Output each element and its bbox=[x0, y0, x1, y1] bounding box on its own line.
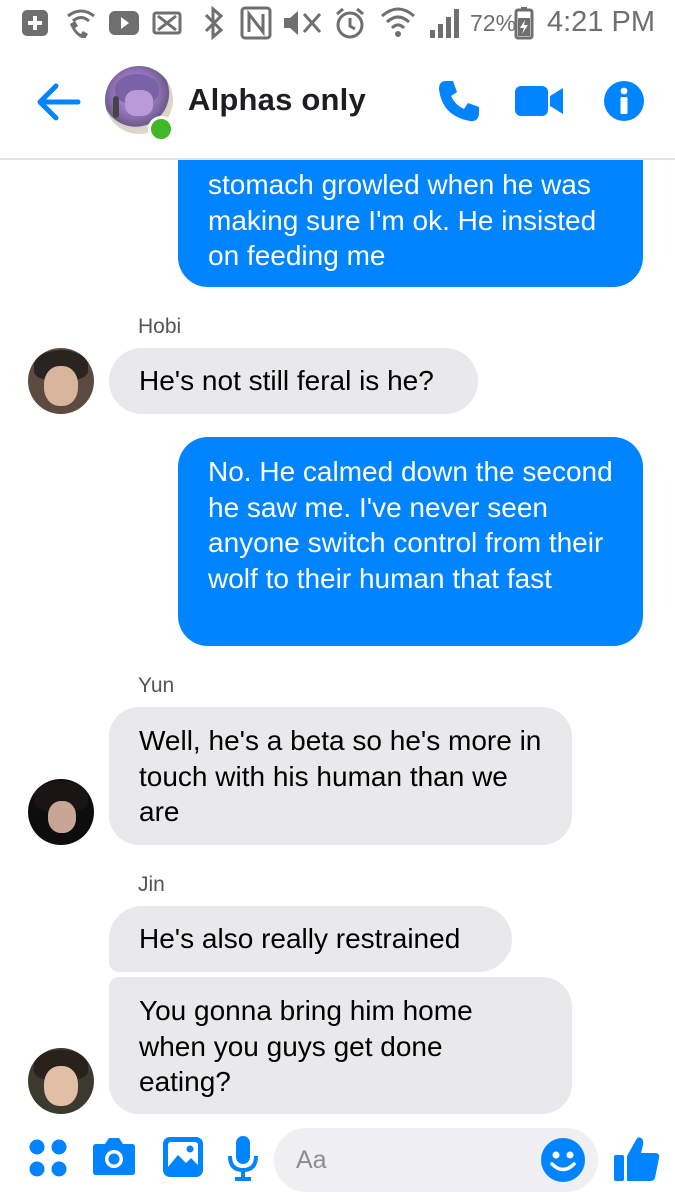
sender-name: Jin bbox=[138, 873, 165, 896]
microphone-icon[interactable] bbox=[226, 1134, 260, 1182]
incoming-message[interactable]: He's also really restrained bbox=[109, 906, 512, 972]
mute-icon bbox=[284, 11, 322, 35]
composer-bar: Aa bbox=[0, 1120, 675, 1200]
apps-icon[interactable] bbox=[28, 1138, 68, 1178]
message-text: No. He calmed down the second he saw me.… bbox=[208, 456, 613, 594]
message-list[interactable]: stomach growled when he was making sure … bbox=[0, 160, 675, 1120]
gallery-icon[interactable] bbox=[162, 1136, 204, 1178]
incoming-message[interactable]: Well, he's a beta so he's more in touch … bbox=[109, 707, 572, 845]
wifi-calling-icon bbox=[67, 9, 95, 38]
video-camera-icon[interactable] bbox=[514, 84, 564, 118]
camera-icon[interactable] bbox=[92, 1136, 136, 1176]
clock: 4:21 PM bbox=[547, 6, 655, 38]
signal-icon bbox=[430, 9, 459, 38]
message-text: You gonna bring him home when you guys g… bbox=[139, 995, 473, 1097]
avatar-face bbox=[44, 366, 78, 406]
avatar-face bbox=[48, 801, 76, 833]
message-text: Well, he's a beta so he's more in touch … bbox=[139, 725, 542, 827]
avatar[interactable] bbox=[28, 348, 94, 414]
battery-charging-icon bbox=[514, 7, 534, 40]
message-text: stomach growled when he was making sure … bbox=[208, 169, 597, 271]
sender-name: Hobi bbox=[138, 315, 182, 338]
chat-title[interactable]: Alphas only bbox=[188, 82, 366, 118]
outgoing-message[interactable]: No. He calmed down the second he saw me.… bbox=[178, 437, 643, 646]
avatar[interactable] bbox=[28, 1048, 94, 1114]
alarm-icon bbox=[336, 7, 364, 39]
back-arrow-icon[interactable] bbox=[34, 80, 84, 124]
message-text: He's also really restrained bbox=[139, 923, 461, 954]
avatar-face bbox=[125, 90, 153, 116]
online-indicator bbox=[148, 116, 174, 142]
youtube-icon bbox=[109, 11, 139, 35]
avatar-mic bbox=[113, 96, 119, 118]
message-text: He's not still feral is he? bbox=[139, 365, 434, 396]
avatar[interactable] bbox=[28, 779, 94, 845]
thumbs-up-icon[interactable] bbox=[612, 1134, 662, 1184]
status-bar: 72% 4:21 PM bbox=[0, 0, 675, 46]
emoji-icon[interactable] bbox=[540, 1137, 586, 1183]
wifi-icon bbox=[381, 7, 415, 37]
info-icon[interactable] bbox=[603, 80, 645, 122]
add-icon bbox=[22, 10, 48, 36]
battery-percent: 72% bbox=[470, 10, 517, 36]
bluetooth-icon bbox=[204, 6, 224, 40]
avatar-face bbox=[44, 1066, 78, 1106]
incoming-message[interactable]: He's not still feral is he? bbox=[109, 348, 478, 414]
phone-icon[interactable] bbox=[436, 78, 482, 124]
sim-off-icon bbox=[152, 11, 182, 35]
incoming-message[interactable]: You gonna bring him home when you guys g… bbox=[109, 977, 572, 1114]
outgoing-message[interactable]: stomach growled when he was making sure … bbox=[178, 160, 643, 287]
sender-name: Yun bbox=[138, 674, 175, 697]
nfc-icon bbox=[240, 6, 272, 40]
chat-header: Alphas only bbox=[0, 46, 675, 160]
